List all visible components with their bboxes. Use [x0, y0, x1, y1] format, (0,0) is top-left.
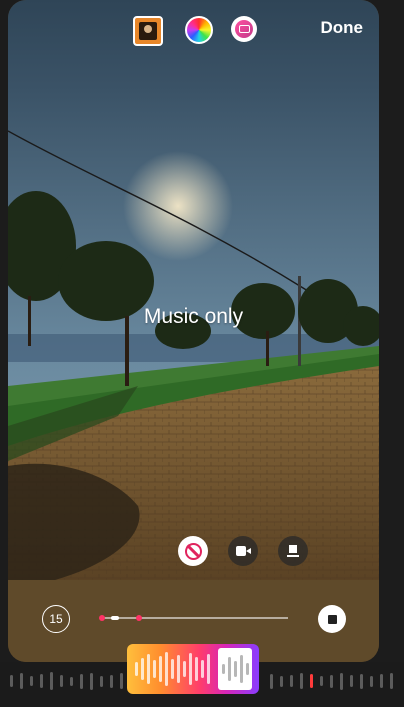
- playhead[interactable]: [111, 616, 119, 620]
- sticker-thumbnail-icon[interactable]: [133, 16, 163, 46]
- waveform-bar: [20, 673, 23, 689]
- clip-waveform-bar: [153, 660, 156, 678]
- selected-waveform-bar: [246, 663, 249, 675]
- waveform-bar: [40, 674, 43, 688]
- selected-waveform-bar: [234, 661, 237, 677]
- track-end-marker: [136, 615, 142, 621]
- waveform-bar: [90, 672, 93, 690]
- waveform-bar: [270, 673, 273, 689]
- background-photo: [8, 86, 379, 582]
- waveform-bar: [110, 674, 113, 688]
- waveform-bar: [370, 675, 373, 687]
- clip-waveform-bar: [195, 657, 198, 681]
- music-mode-caption: Music only: [143, 305, 244, 328]
- waveform-bar: [50, 672, 53, 690]
- waveform-bar: [120, 673, 123, 689]
- story-canvas: Done Music only 15: [8, 0, 379, 662]
- video-camera-icon: [236, 546, 251, 556]
- stop-button[interactable]: [318, 605, 346, 633]
- card-icon: [287, 545, 299, 557]
- no-video-mode-button[interactable]: [178, 536, 208, 566]
- clip-waveform-bar: [189, 653, 192, 685]
- ban-icon: [184, 542, 202, 560]
- clip-waveform-bar: [141, 658, 144, 680]
- waveform-bar: [70, 676, 73, 686]
- clip-waveform-bar: [177, 655, 180, 683]
- clip-waveform-bar: [171, 659, 174, 679]
- video-mode-button[interactable]: [228, 536, 258, 566]
- waveform-bar: [350, 675, 353, 687]
- clip-waveform-bar: [165, 652, 168, 686]
- waveform-bar: [320, 676, 323, 686]
- duration-button[interactable]: 15: [42, 605, 70, 633]
- clip-waveform-bar: [201, 660, 204, 678]
- clip-waveform-bar: [159, 656, 162, 682]
- clip-selector[interactable]: [127, 644, 259, 694]
- playback-track[interactable]: [99, 615, 288, 621]
- waveform-bar: [390, 673, 393, 689]
- clip-waveform-bar: [183, 661, 186, 677]
- selected-waveform-bar: [228, 657, 231, 681]
- waveform-bar: [60, 675, 63, 687]
- chat-sticker-icon[interactable]: [231, 16, 257, 42]
- waveform-bar: [10, 675, 13, 687]
- story-music-editor: Done Music only 15: [0, 0, 404, 707]
- clip-waveform-bar: [147, 654, 150, 684]
- waveform-bar: [330, 674, 333, 688]
- waveform-bar: [30, 676, 33, 686]
- waveform-bar: [300, 673, 303, 689]
- selected-waveform-bar: [240, 655, 243, 683]
- selected-clip-window[interactable]: [218, 648, 252, 690]
- waveform-bar: [80, 673, 83, 689]
- clip-waveform-bar: [207, 654, 210, 684]
- waveform-bar: [380, 674, 383, 688]
- color-wheel-icon[interactable]: [185, 16, 213, 44]
- stop-icon: [327, 614, 337, 624]
- waveform-bar: [360, 673, 363, 689]
- waveform-bar: [280, 675, 283, 687]
- selected-waveform-bar: [222, 664, 225, 674]
- card-mode-button[interactable]: [278, 536, 308, 566]
- waveform-bar: [290, 675, 293, 687]
- waveform-bar: [340, 672, 343, 690]
- done-button[interactable]: Done: [321, 18, 364, 38]
- waveform-bar: [100, 675, 103, 687]
- track-start-marker: [99, 615, 105, 621]
- clip-waveform-bar: [135, 662, 138, 676]
- waveform-bar: [310, 674, 313, 688]
